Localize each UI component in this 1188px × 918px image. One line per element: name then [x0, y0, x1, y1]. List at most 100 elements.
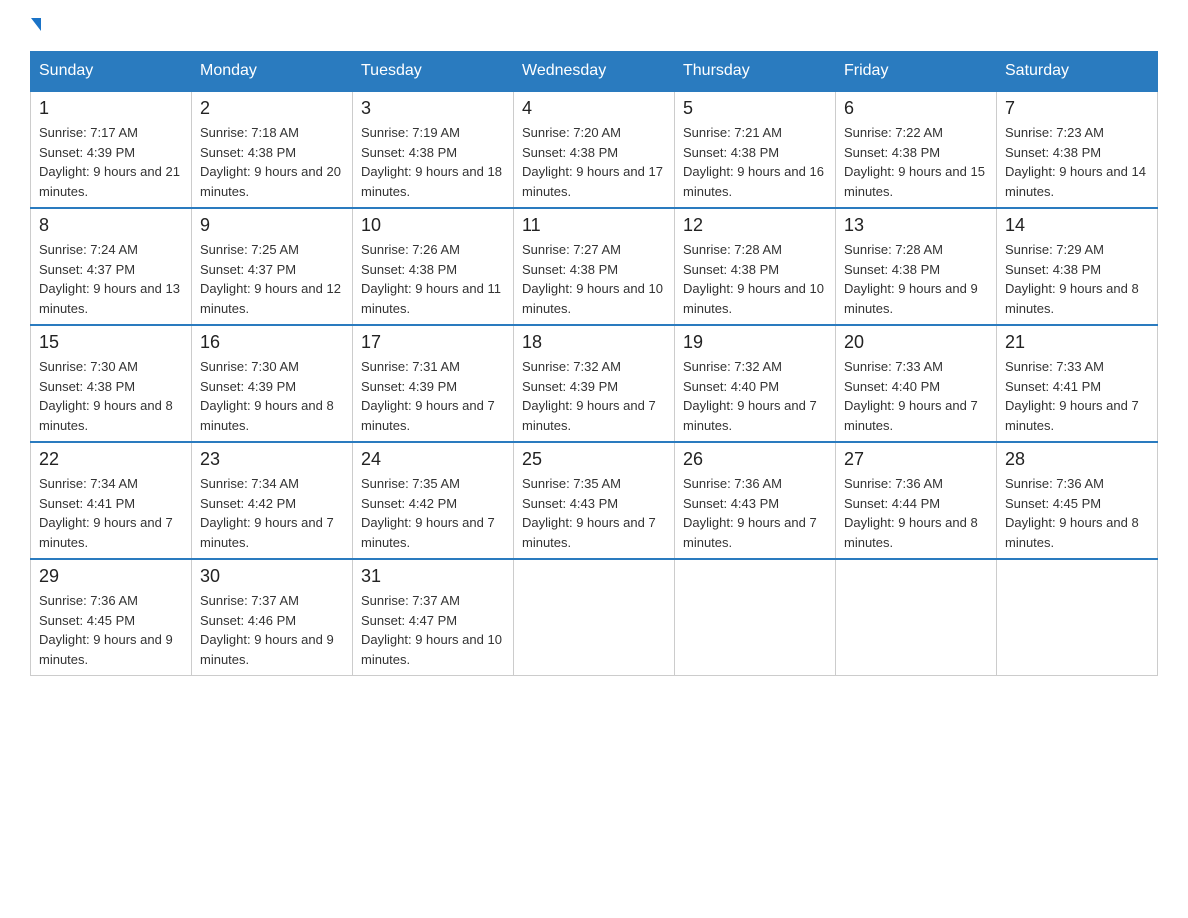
- day-info: Sunrise: 7:35 AM Sunset: 4:42 PM Dayligh…: [361, 474, 505, 552]
- page-header: [30, 20, 1158, 31]
- calendar-cell: 22 Sunrise: 7:34 AM Sunset: 4:41 PM Dayl…: [31, 442, 192, 559]
- day-number: 27: [844, 449, 988, 470]
- day-number: 29: [39, 566, 183, 587]
- day-number: 22: [39, 449, 183, 470]
- calendar-cell: 6 Sunrise: 7:22 AM Sunset: 4:38 PM Dayli…: [836, 91, 997, 208]
- weekday-header-tuesday: Tuesday: [353, 52, 514, 92]
- calendar-cell: 2 Sunrise: 7:18 AM Sunset: 4:38 PM Dayli…: [192, 91, 353, 208]
- day-info: Sunrise: 7:30 AM Sunset: 4:39 PM Dayligh…: [200, 357, 344, 435]
- day-info: Sunrise: 7:27 AM Sunset: 4:38 PM Dayligh…: [522, 240, 666, 318]
- day-number: 11: [522, 215, 666, 236]
- calendar-cell: 9 Sunrise: 7:25 AM Sunset: 4:37 PM Dayli…: [192, 208, 353, 325]
- calendar-cell: 14 Sunrise: 7:29 AM Sunset: 4:38 PM Dayl…: [997, 208, 1158, 325]
- day-number: 13: [844, 215, 988, 236]
- day-info: Sunrise: 7:22 AM Sunset: 4:38 PM Dayligh…: [844, 123, 988, 201]
- day-number: 5: [683, 98, 827, 119]
- calendar-cell: 11 Sunrise: 7:27 AM Sunset: 4:38 PM Dayl…: [514, 208, 675, 325]
- weekday-header-row: SundayMondayTuesdayWednesdayThursdayFrid…: [31, 52, 1158, 92]
- day-number: 1: [39, 98, 183, 119]
- calendar-cell: 23 Sunrise: 7:34 AM Sunset: 4:42 PM Dayl…: [192, 442, 353, 559]
- day-info: Sunrise: 7:36 AM Sunset: 4:45 PM Dayligh…: [39, 591, 183, 669]
- day-number: 4: [522, 98, 666, 119]
- day-number: 17: [361, 332, 505, 353]
- calendar-cell: 15 Sunrise: 7:30 AM Sunset: 4:38 PM Dayl…: [31, 325, 192, 442]
- day-number: 2: [200, 98, 344, 119]
- calendar-week-row: 1 Sunrise: 7:17 AM Sunset: 4:39 PM Dayli…: [31, 91, 1158, 208]
- day-info: Sunrise: 7:24 AM Sunset: 4:37 PM Dayligh…: [39, 240, 183, 318]
- day-info: Sunrise: 7:33 AM Sunset: 4:40 PM Dayligh…: [844, 357, 988, 435]
- day-number: 12: [683, 215, 827, 236]
- day-number: 3: [361, 98, 505, 119]
- day-info: Sunrise: 7:30 AM Sunset: 4:38 PM Dayligh…: [39, 357, 183, 435]
- calendar-week-row: 8 Sunrise: 7:24 AM Sunset: 4:37 PM Dayli…: [31, 208, 1158, 325]
- calendar-cell: 24 Sunrise: 7:35 AM Sunset: 4:42 PM Dayl…: [353, 442, 514, 559]
- weekday-header-sunday: Sunday: [31, 52, 192, 92]
- calendar-cell: 25 Sunrise: 7:35 AM Sunset: 4:43 PM Dayl…: [514, 442, 675, 559]
- calendar-cell: 10 Sunrise: 7:26 AM Sunset: 4:38 PM Dayl…: [353, 208, 514, 325]
- day-info: Sunrise: 7:25 AM Sunset: 4:37 PM Dayligh…: [200, 240, 344, 318]
- day-number: 30: [200, 566, 344, 587]
- calendar-cell: 5 Sunrise: 7:21 AM Sunset: 4:38 PM Dayli…: [675, 91, 836, 208]
- weekday-header-thursday: Thursday: [675, 52, 836, 92]
- calendar-cell: 16 Sunrise: 7:30 AM Sunset: 4:39 PM Dayl…: [192, 325, 353, 442]
- day-number: 9: [200, 215, 344, 236]
- calendar-cell: [997, 559, 1158, 676]
- calendar-cell: [514, 559, 675, 676]
- calendar-cell: 27 Sunrise: 7:36 AM Sunset: 4:44 PM Dayl…: [836, 442, 997, 559]
- weekday-header-monday: Monday: [192, 52, 353, 92]
- day-info: Sunrise: 7:36 AM Sunset: 4:44 PM Dayligh…: [844, 474, 988, 552]
- day-info: Sunrise: 7:18 AM Sunset: 4:38 PM Dayligh…: [200, 123, 344, 201]
- calendar-cell: 30 Sunrise: 7:37 AM Sunset: 4:46 PM Dayl…: [192, 559, 353, 676]
- logo-arrow-icon: [31, 18, 41, 31]
- day-info: Sunrise: 7:20 AM Sunset: 4:38 PM Dayligh…: [522, 123, 666, 201]
- calendar-week-row: 15 Sunrise: 7:30 AM Sunset: 4:38 PM Dayl…: [31, 325, 1158, 442]
- weekday-header-wednesday: Wednesday: [514, 52, 675, 92]
- calendar-table: SundayMondayTuesdayWednesdayThursdayFrid…: [30, 51, 1158, 676]
- day-info: Sunrise: 7:28 AM Sunset: 4:38 PM Dayligh…: [683, 240, 827, 318]
- day-number: 23: [200, 449, 344, 470]
- calendar-cell: 4 Sunrise: 7:20 AM Sunset: 4:38 PM Dayli…: [514, 91, 675, 208]
- day-info: Sunrise: 7:32 AM Sunset: 4:39 PM Dayligh…: [522, 357, 666, 435]
- day-info: Sunrise: 7:36 AM Sunset: 4:43 PM Dayligh…: [683, 474, 827, 552]
- calendar-cell: 31 Sunrise: 7:37 AM Sunset: 4:47 PM Dayl…: [353, 559, 514, 676]
- calendar-cell: [675, 559, 836, 676]
- day-number: 16: [200, 332, 344, 353]
- day-info: Sunrise: 7:35 AM Sunset: 4:43 PM Dayligh…: [522, 474, 666, 552]
- day-number: 7: [1005, 98, 1149, 119]
- calendar-week-row: 22 Sunrise: 7:34 AM Sunset: 4:41 PM Dayl…: [31, 442, 1158, 559]
- logo: [30, 20, 41, 31]
- day-info: Sunrise: 7:31 AM Sunset: 4:39 PM Dayligh…: [361, 357, 505, 435]
- day-number: 10: [361, 215, 505, 236]
- day-number: 31: [361, 566, 505, 587]
- day-number: 15: [39, 332, 183, 353]
- calendar-week-row: 29 Sunrise: 7:36 AM Sunset: 4:45 PM Dayl…: [31, 559, 1158, 676]
- calendar-cell: 3 Sunrise: 7:19 AM Sunset: 4:38 PM Dayli…: [353, 91, 514, 208]
- day-info: Sunrise: 7:37 AM Sunset: 4:46 PM Dayligh…: [200, 591, 344, 669]
- calendar-cell: 17 Sunrise: 7:31 AM Sunset: 4:39 PM Dayl…: [353, 325, 514, 442]
- day-number: 25: [522, 449, 666, 470]
- calendar-cell: 1 Sunrise: 7:17 AM Sunset: 4:39 PM Dayli…: [31, 91, 192, 208]
- day-info: Sunrise: 7:19 AM Sunset: 4:38 PM Dayligh…: [361, 123, 505, 201]
- day-number: 28: [1005, 449, 1149, 470]
- weekday-header-friday: Friday: [836, 52, 997, 92]
- day-info: Sunrise: 7:33 AM Sunset: 4:41 PM Dayligh…: [1005, 357, 1149, 435]
- day-number: 14: [1005, 215, 1149, 236]
- day-number: 20: [844, 332, 988, 353]
- calendar-cell: 19 Sunrise: 7:32 AM Sunset: 4:40 PM Dayl…: [675, 325, 836, 442]
- day-info: Sunrise: 7:36 AM Sunset: 4:45 PM Dayligh…: [1005, 474, 1149, 552]
- calendar-cell: 26 Sunrise: 7:36 AM Sunset: 4:43 PM Dayl…: [675, 442, 836, 559]
- day-info: Sunrise: 7:28 AM Sunset: 4:38 PM Dayligh…: [844, 240, 988, 318]
- day-info: Sunrise: 7:34 AM Sunset: 4:42 PM Dayligh…: [200, 474, 344, 552]
- day-number: 8: [39, 215, 183, 236]
- calendar-cell: 18 Sunrise: 7:32 AM Sunset: 4:39 PM Dayl…: [514, 325, 675, 442]
- day-info: Sunrise: 7:34 AM Sunset: 4:41 PM Dayligh…: [39, 474, 183, 552]
- calendar-cell: 7 Sunrise: 7:23 AM Sunset: 4:38 PM Dayli…: [997, 91, 1158, 208]
- day-number: 18: [522, 332, 666, 353]
- day-number: 24: [361, 449, 505, 470]
- day-number: 6: [844, 98, 988, 119]
- day-info: Sunrise: 7:32 AM Sunset: 4:40 PM Dayligh…: [683, 357, 827, 435]
- day-number: 21: [1005, 332, 1149, 353]
- calendar-cell: 8 Sunrise: 7:24 AM Sunset: 4:37 PM Dayli…: [31, 208, 192, 325]
- day-info: Sunrise: 7:21 AM Sunset: 4:38 PM Dayligh…: [683, 123, 827, 201]
- calendar-cell: 29 Sunrise: 7:36 AM Sunset: 4:45 PM Dayl…: [31, 559, 192, 676]
